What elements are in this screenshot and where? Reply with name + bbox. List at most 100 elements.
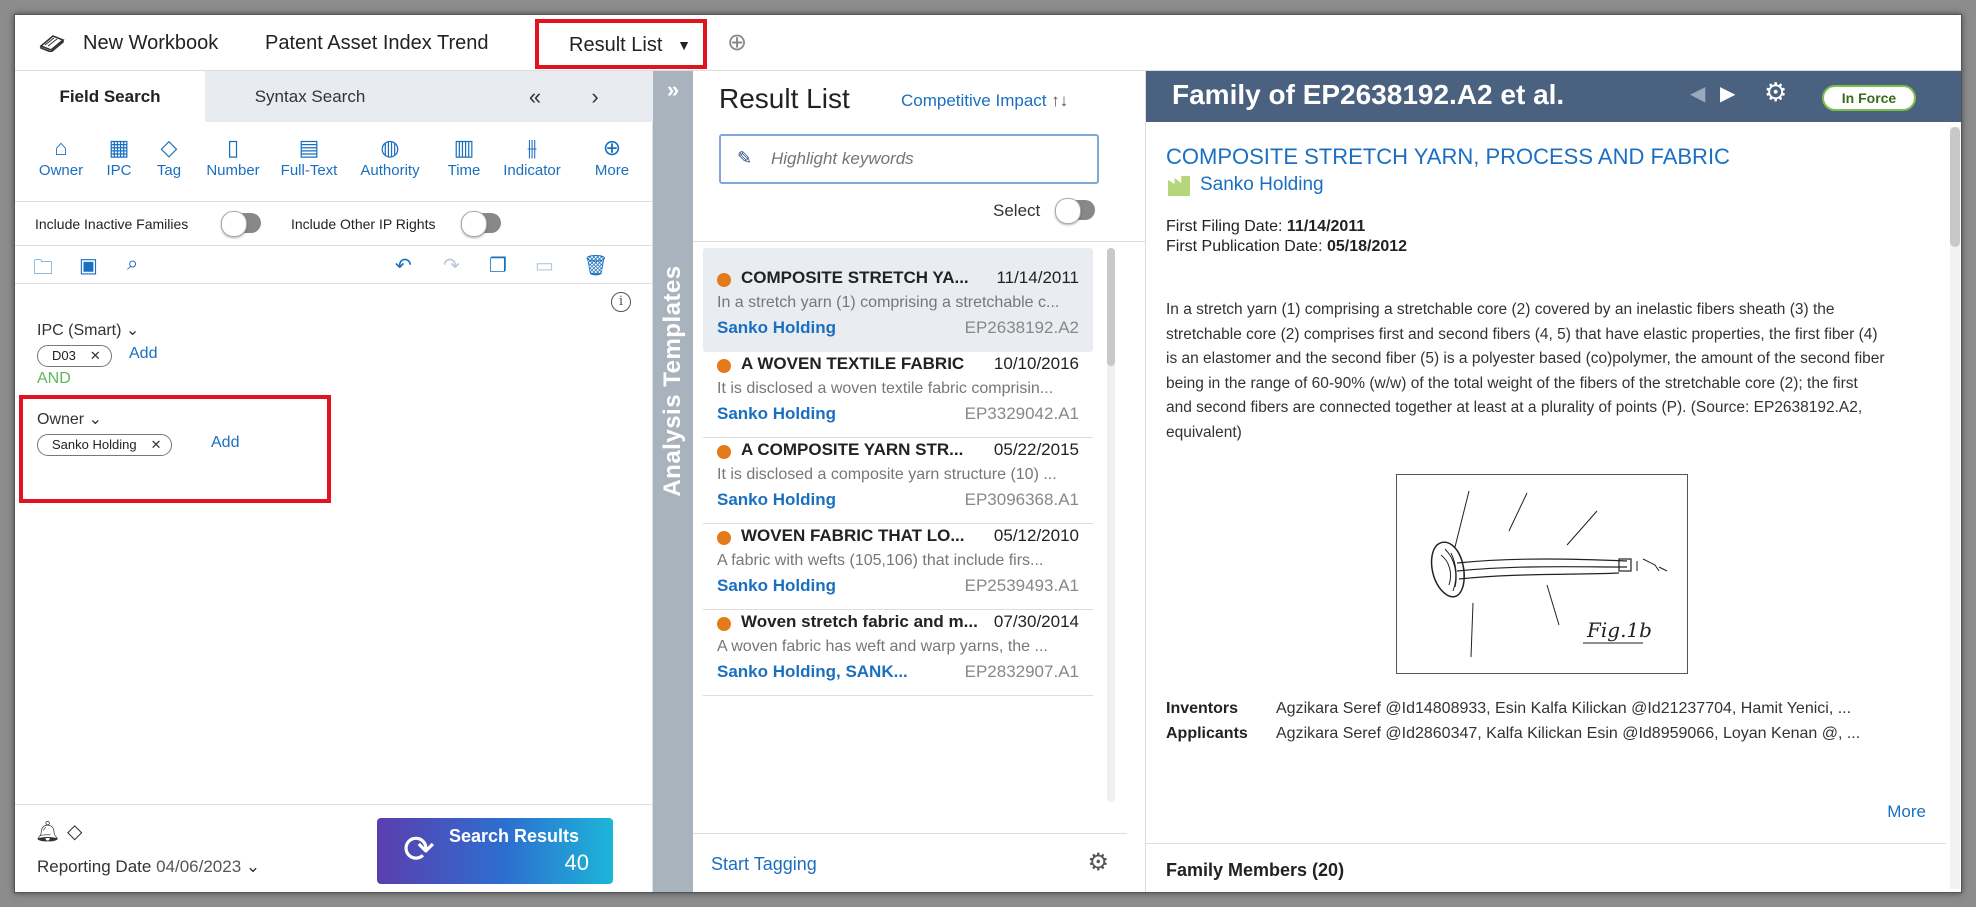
paste-icon: ▭ — [535, 255, 554, 277]
top-bar: New Workbook Patent Asset Index Trend Re… — [15, 15, 1961, 71]
scrollbar-thumb[interactable] — [1950, 127, 1960, 247]
and-operator[interactable]: AND — [37, 370, 71, 388]
result-card[interactable]: Woven stretch fabric and m... 07/30/2014… — [703, 592, 1093, 696]
next-arrow-icon[interactable]: ▶ — [1720, 81, 1735, 106]
new-workbook-tab[interactable]: New Workbook — [83, 15, 218, 71]
chevron-down-icon: ⌄ — [125, 322, 140, 339]
open-folder-icon[interactable]: 🗀 — [33, 253, 53, 287]
family-title: Family of EP2638192.A2 et al. — [1172, 79, 1565, 110]
owner-label[interactable]: Owner ⌄ — [37, 409, 102, 429]
applicants-row: Applicants Agzikara Seref @Id2860347, Kal… — [1166, 725, 1861, 742]
search-panel: Field Search Syntax Search « › ⌂ Owner ▦ I… — [15, 71, 653, 892]
first-filing-date: First Filing Date: 11/14/2011 — [1166, 218, 1366, 235]
search-zoom-icon[interactable]: ⌕ — [127, 253, 138, 276]
include-inactive-label: Include Inactive Families — [35, 216, 189, 232]
search-tabs: Field Search Syntax Search « › — [15, 71, 653, 122]
gear-icon[interactable]: ⚙ — [1087, 848, 1109, 877]
ipc-smart-label[interactable]: IPC (Smart) ⌄ — [37, 320, 139, 340]
field-fulltext-button[interactable]: ▤ Full-Text — [273, 134, 345, 179]
remove-chip-icon[interactable]: ✕ — [151, 437, 162, 452]
family-detail-panel: Family of EP2638192.A2 et al. ◀ ▶ ⚙ In F… — [1145, 71, 1961, 892]
first-publication-date: First Publication Date: 05/18/2012 — [1166, 238, 1408, 255]
field-more-button[interactable]: ⊕ More — [589, 134, 635, 179]
chevron-right-icon[interactable]: › — [575, 71, 615, 122]
result-date: 10/10/2016 — [993, 354, 1079, 373]
tab-result-list-label: Result List — [569, 34, 663, 56]
reporting-date[interactable]: Reporting Date 04/06/2023 ⌄ — [37, 857, 260, 877]
result-title: COMPOSITE STRETCH YA... — [741, 268, 969, 287]
remove-chip-icon[interactable]: ✕ — [90, 348, 101, 363]
bell-icon[interactable]: 🔔︎ — [35, 819, 60, 844]
scrollbar-thumb[interactable] — [1107, 248, 1115, 366]
sliders-icon: ⫵ — [526, 135, 538, 160]
patent-drawing[interactable]: Fig.1b — [1396, 474, 1688, 674]
tag-icon[interactable]: ◇ — [67, 819, 82, 844]
more-link[interactable]: More — [1887, 802, 1926, 822]
add-tab-icon[interactable]: ⊕ — [727, 15, 747, 71]
field-number-button[interactable]: ▯ Number — [201, 134, 265, 179]
sort-selector[interactable]: Competitive Impact ↑↓ — [901, 91, 1068, 111]
search-toggles: Include Inactive Families Include Other … — [15, 202, 653, 246]
app-window: New Workbook Patent Asset Index Trend Re… — [14, 14, 1962, 893]
result-title: Woven stretch fabric and m... — [741, 612, 978, 631]
double-chevron-left-icon[interactable]: « — [515, 71, 555, 122]
document-icon: ▤ — [298, 135, 320, 160]
field-owner-button[interactable]: ⌂ Owner — [33, 134, 89, 179]
chevron-down-icon[interactable]: ▼ — [677, 23, 691, 67]
highlight-keywords-input[interactable] — [771, 146, 1081, 172]
result-abstract: In a stretch yarn (1) comprising a stret… — [717, 294, 1060, 311]
search-results-button[interactable]: ⟳ Search Results 40 — [377, 818, 613, 884]
result-date: 07/30/2014 — [993, 612, 1079, 631]
tab-result-list[interactable]: Result List ▼ — [535, 19, 707, 69]
refresh-icon: ⟳ — [403, 829, 435, 871]
analysis-templates-label: Analysis Templates — [659, 265, 686, 497]
owner-chip[interactable]: Sanko Holding ✕ — [37, 434, 173, 456]
result-title: A WOVEN TEXTILE FABRIC — [741, 354, 965, 373]
ipc-chip[interactable]: D03 ✕ — [37, 345, 112, 367]
gear-icon[interactable]: ⚙ — [1764, 77, 1787, 108]
select-label: Select — [993, 201, 1041, 220]
prev-arrow-icon[interactable]: ◀ — [1690, 81, 1705, 106]
ipc-add-link[interactable]: Add — [129, 345, 157, 363]
analysis-templates-strip[interactable]: » Analysis Templates — [653, 71, 693, 892]
abstract-text: In a stretch yarn (1) comprising a stret… — [1166, 301, 1885, 441]
family-members-header[interactable]: Family Members (20) — [1146, 843, 1946, 881]
factory-icon — [1168, 176, 1190, 196]
info-icon[interactable]: i — [611, 292, 631, 312]
include-inactive-toggle[interactable] — [221, 211, 261, 237]
highlight-keywords-field[interactable]: ✎ — [719, 134, 1099, 184]
save-icon[interactable]: ▣ — [79, 253, 98, 278]
result-date: 11/14/2011 — [996, 268, 1079, 287]
result-title: WOVEN FABRIC THAT LO... — [741, 526, 965, 545]
query-toolbar: 🗀 ▣ ⌕ ↶ ↷ ❐ ▭ 🗑 — [15, 246, 653, 284]
field-time-button[interactable]: ▥ Time — [441, 134, 487, 179]
result-owner-link[interactable]: Sanko Holding, SANK... — [717, 662, 917, 682]
inventors-row: Inventors Agzikara Seref @Id14808933, Esi… — [1166, 700, 1852, 717]
field-tag-button[interactable]: ◇ Tag — [147, 134, 191, 179]
undo-icon[interactable]: ↶ — [395, 253, 412, 278]
start-tagging-link[interactable]: Start Tagging — [711, 854, 817, 875]
select-toggle[interactable] — [1055, 198, 1095, 224]
tab-syntax-search[interactable]: Syntax Search — [205, 71, 415, 122]
redo-icon: ↷ — [443, 255, 460, 277]
result-list-title: Result List — [719, 83, 850, 114]
field-ipc-button[interactable]: ▦ IPC — [97, 134, 141, 179]
trash-icon[interactable]: 🗑 — [583, 253, 608, 278]
tab-field-search[interactable]: Field Search — [15, 71, 205, 122]
double-chevron-right-icon[interactable]: » — [653, 77, 693, 103]
owner-link[interactable]: Sanko Holding — [1200, 174, 1324, 196]
field-indicator-button[interactable]: ⫵ Indicator — [497, 134, 567, 179]
patent-heading[interactable]: COMPOSITE STRETCH YARN, PROCESS AND FABR… — [1166, 144, 1730, 170]
search-footer: 🔔︎ ◇ Reporting Date 04/06/2023 ⌄ ⟳ Searc… — [15, 804, 653, 892]
owner-add-link[interactable]: Add — [211, 434, 239, 452]
status-dot — [717, 359, 731, 373]
tab-patent-asset-index-trend[interactable]: Patent Asset Index Trend — [265, 15, 488, 71]
copy-icon[interactable]: ❐ — [489, 253, 507, 278]
tag-icon: ◇ — [160, 135, 178, 160]
workbook-icon[interactable] — [39, 15, 69, 71]
field-authority-button[interactable]: ◍ Authority — [353, 134, 427, 179]
result-abstract: A fabric with wefts (105,106) that inclu… — [717, 552, 1044, 569]
include-other-ip-toggle[interactable] — [461, 211, 501, 237]
figure-label: Fig.1b — [1586, 618, 1652, 642]
highlighter-icon: ✎ — [737, 148, 753, 168]
